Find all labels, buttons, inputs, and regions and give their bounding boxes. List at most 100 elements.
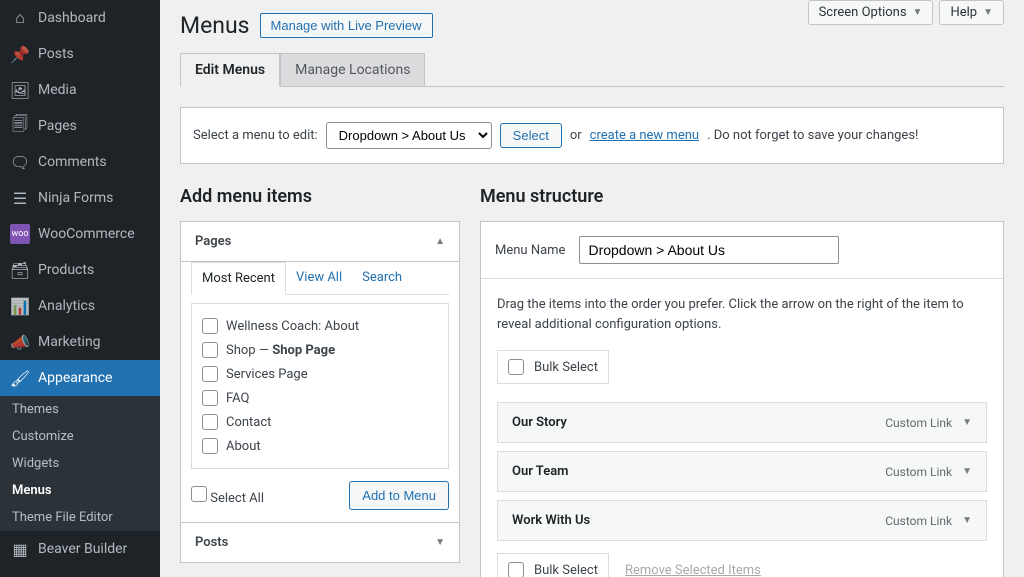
subtab-viewall[interactable]: View All bbox=[286, 262, 352, 294]
tab-edit-menus[interactable]: Edit Menus bbox=[180, 53, 280, 87]
page-checkbox-row[interactable]: Wellness Coach: About bbox=[202, 314, 438, 338]
menu-item-title: Our Story bbox=[512, 415, 567, 430]
submenu-widgets[interactable]: Widgets bbox=[0, 450, 160, 477]
checkbox[interactable] bbox=[202, 390, 218, 406]
chevron-down-icon: ▼ bbox=[435, 537, 445, 548]
sidebar-item-woocommerce[interactable]: woo WooCommerce bbox=[0, 216, 160, 252]
sidebar-item-ninjaforms[interactable]: ☰ Ninja Forms bbox=[0, 180, 160, 216]
sidebar-label: Comments bbox=[38, 154, 107, 170]
page-icon: 🗐 bbox=[10, 116, 30, 136]
checkbox[interactable] bbox=[191, 486, 207, 502]
submenu-menus[interactable]: Menus bbox=[0, 477, 160, 504]
sidebar-label: Analytics bbox=[38, 298, 95, 314]
sidebar-item-comments[interactable]: 🗨 Comments bbox=[0, 144, 160, 180]
main-content: Screen Options▼ Help▼ Menus Manage with … bbox=[160, 0, 1024, 577]
accordion-posts-header[interactable]: Posts ▼ bbox=[181, 523, 459, 562]
dashboard-icon: ⌂ bbox=[10, 8, 30, 28]
sidebar-item-appearance[interactable]: 🖌 Appearance bbox=[0, 360, 160, 396]
menu-item[interactable]: Work With Us Custom Link▼ bbox=[497, 500, 987, 541]
select-all-row[interactable]: Select All bbox=[191, 486, 264, 506]
form-icon: ☰ bbox=[10, 188, 30, 208]
select-label: Select a menu to edit: bbox=[193, 128, 318, 143]
megaphone-icon: 📣 bbox=[10, 332, 30, 352]
sidebar-item-products[interactable]: 🗃 Products bbox=[0, 252, 160, 288]
pages-checklist: Wellness Coach: About Shop — Shop Page S… bbox=[191, 303, 449, 469]
menu-select-bar: Select a menu to edit: Dropdown > About … bbox=[180, 107, 1004, 164]
menu-item-title: Work With Us bbox=[512, 513, 590, 528]
analytics-icon: 📊 bbox=[10, 296, 30, 316]
menu-name-input[interactable] bbox=[579, 236, 839, 264]
menu-item-type: Custom Link▼ bbox=[885, 465, 972, 479]
sidebar-label: Ninja Forms bbox=[38, 190, 113, 206]
add-items-heading: Add menu items bbox=[180, 186, 460, 207]
pin-icon: 📌 bbox=[10, 44, 30, 64]
tab-manage-locations[interactable]: Manage Locations bbox=[280, 53, 425, 86]
menu-item[interactable]: Our Team Custom Link▼ bbox=[497, 451, 987, 492]
create-menu-link[interactable]: create a new menu bbox=[590, 128, 699, 143]
sidebar-label: Pages bbox=[38, 118, 77, 134]
chevron-down-icon: ▼ bbox=[983, 7, 993, 18]
sidebar-item-pages[interactable]: 🗐 Pages bbox=[0, 108, 160, 144]
accordion-pages: Pages ▲ Most Recent View All Search Well… bbox=[180, 221, 460, 523]
bulk-select-bottom[interactable]: Bulk Select bbox=[497, 553, 609, 577]
woo-icon: woo bbox=[10, 224, 30, 244]
comment-icon: 🗨 bbox=[10, 152, 30, 172]
products-icon: 🗃 bbox=[10, 260, 30, 280]
chevron-up-icon: ▲ bbox=[435, 236, 445, 247]
accordion-posts: Posts ▼ bbox=[180, 522, 460, 563]
sidebar-label: Beaver Builder bbox=[38, 541, 127, 557]
help-button[interactable]: Help▼ bbox=[939, 0, 1004, 25]
accordion-pages-header[interactable]: Pages ▲ bbox=[181, 222, 459, 262]
checkbox[interactable] bbox=[202, 342, 218, 358]
menu-select[interactable]: Dropdown > About Us bbox=[326, 122, 492, 149]
submenu-themes[interactable]: Themes bbox=[0, 396, 160, 423]
chevron-down-icon: ▼ bbox=[962, 417, 972, 428]
screen-options-button[interactable]: Screen Options▼ bbox=[808, 0, 934, 25]
sidebar-label: Posts bbox=[38, 46, 74, 62]
remove-selected-link[interactable]: Remove Selected Items bbox=[625, 563, 761, 577]
brush-icon: 🖌 bbox=[10, 368, 30, 388]
sidebar-item-media[interactable]: 🖼Media bbox=[0, 72, 160, 108]
sidebar-item-posts[interactable]: 📌 Posts bbox=[0, 36, 160, 72]
page-title: Menus bbox=[180, 12, 250, 39]
sidebar-item-analytics[interactable]: 📊 Analytics bbox=[0, 288, 160, 324]
checkbox[interactable] bbox=[202, 366, 218, 382]
checkbox[interactable] bbox=[202, 318, 218, 334]
select-button[interactable]: Select bbox=[500, 123, 562, 148]
checkbox[interactable] bbox=[508, 562, 524, 577]
sidebar-item-dashboard[interactable]: ⌂Dashboard bbox=[0, 0, 160, 36]
page-checkbox-row[interactable]: Contact bbox=[202, 410, 438, 434]
page-checkbox-row[interactable]: About bbox=[202, 434, 438, 458]
checkbox[interactable] bbox=[202, 438, 218, 454]
menu-item-type: Custom Link▼ bbox=[885, 514, 972, 528]
sidebar-label: Products bbox=[38, 262, 94, 278]
menu-item-type: Custom Link▼ bbox=[885, 416, 972, 430]
page-checkbox-row[interactable]: Shop — Shop Page bbox=[202, 338, 438, 362]
menu-item-title: Our Team bbox=[512, 464, 568, 479]
live-preview-button[interactable]: Manage with Live Preview bbox=[260, 13, 433, 38]
sidebar-label: Marketing bbox=[38, 334, 101, 350]
sidebar-item-marketing[interactable]: 📣 Marketing bbox=[0, 324, 160, 360]
save-notice: . Do not forget to save your changes! bbox=[707, 128, 918, 143]
sidebar-item-beaverbuilder[interactable]: ▦Beaver Builder bbox=[0, 531, 160, 567]
sidebar-label: Appearance bbox=[38, 370, 112, 386]
checkbox[interactable] bbox=[508, 359, 524, 375]
top-buttons: Screen Options▼ Help▼ bbox=[808, 0, 1004, 25]
pages-subtabs: Most Recent View All Search bbox=[191, 262, 449, 295]
admin-sidebar: ⌂Dashboard 📌 Posts 🖼Media 🗐 Pages 🗨 Comment… bbox=[0, 0, 160, 577]
bulk-select-top[interactable]: Bulk Select bbox=[497, 350, 609, 384]
page-checkbox-row[interactable]: Services Page bbox=[202, 362, 438, 386]
submenu-theme-file-editor[interactable]: Theme File Editor bbox=[0, 504, 160, 531]
sidebar-label: WooCommerce bbox=[38, 226, 135, 242]
or-text: or bbox=[570, 128, 582, 143]
subtab-recent[interactable]: Most Recent bbox=[191, 262, 286, 295]
chevron-down-icon: ▼ bbox=[913, 7, 923, 18]
menu-name-label: Menu Name bbox=[495, 243, 565, 258]
subtab-search[interactable]: Search bbox=[352, 262, 412, 294]
add-to-menu-button[interactable]: Add to Menu bbox=[349, 481, 449, 510]
menu-item[interactable]: Our Story Custom Link▼ bbox=[497, 402, 987, 443]
checkbox[interactable] bbox=[202, 414, 218, 430]
chevron-down-icon: ▼ bbox=[962, 466, 972, 477]
submenu-customize[interactable]: Customize bbox=[0, 423, 160, 450]
page-checkbox-row[interactable]: FAQ bbox=[202, 386, 438, 410]
